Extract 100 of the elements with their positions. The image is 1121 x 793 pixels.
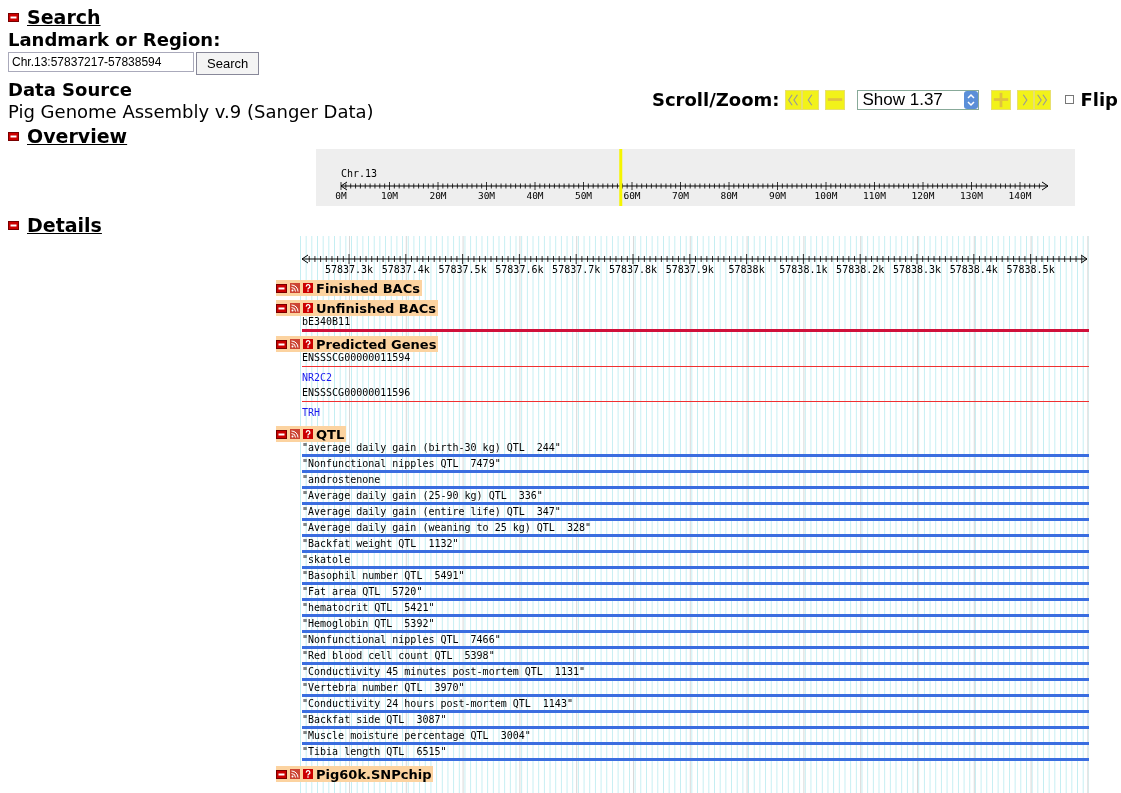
tick-label: 80M bbox=[720, 190, 738, 201]
qtl-feature-bar[interactable] bbox=[302, 582, 1089, 585]
track-title: Predicted Genes bbox=[316, 336, 437, 352]
zoom-select[interactable]: Show 1.37 bbox=[857, 89, 980, 110]
scroll-left-button[interactable] bbox=[802, 89, 820, 110]
feature-label: "Conductivity 45 minutes post-mortem QTL 1131" bbox=[302, 666, 586, 678]
qtl-feature-bar[interactable] bbox=[302, 630, 1089, 633]
search-button[interactable]: Search bbox=[196, 52, 260, 75]
spinner-icon bbox=[964, 90, 979, 109]
feature-label: bE340B11 bbox=[302, 316, 352, 328]
feature-label: "Muscle moisture percentage QTL 3004" bbox=[302, 730, 532, 742]
section-heading[interactable]: Details bbox=[27, 214, 102, 236]
chromosome-label: Chr.13 bbox=[341, 168, 378, 179]
gene-feature-line[interactable] bbox=[302, 366, 1089, 367]
collapse-icon[interactable] bbox=[276, 339, 287, 349]
scroll-zoom-label: Scroll/Zoom: bbox=[651, 88, 780, 111]
help-icon[interactable] bbox=[303, 339, 313, 349]
tick-label: 57837.7k bbox=[552, 264, 601, 275]
qtl-feature-bar[interactable] bbox=[302, 454, 1089, 457]
collapse-icon[interactable] bbox=[276, 769, 287, 779]
tick-label: 57837.8k bbox=[608, 264, 658, 275]
rss-icon[interactable] bbox=[290, 339, 300, 349]
tick-label: 10M bbox=[380, 190, 399, 201]
feature-label: "Fat area QTL 5720" bbox=[302, 586, 424, 598]
scroll-right-button[interactable] bbox=[1017, 89, 1035, 110]
bac-feature-bar[interactable] bbox=[302, 329, 1089, 332]
help-icon[interactable] bbox=[303, 769, 313, 779]
scroll-far-left-button[interactable] bbox=[785, 89, 803, 110]
qtl-feature-bar[interactable] bbox=[302, 614, 1089, 617]
qtl-feature-bar[interactable] bbox=[302, 662, 1089, 665]
feature-label: "Tibia length QTL 6515" bbox=[302, 746, 448, 758]
feature-label: "hematocrit QTL 5421" bbox=[302, 602, 436, 614]
qtl-feature-bar[interactable] bbox=[302, 502, 1089, 505]
tick-label: 57838.5k bbox=[1006, 264, 1055, 275]
tick-label: 90M bbox=[768, 190, 787, 201]
collapse-icon[interactable] bbox=[276, 429, 287, 439]
field-label: Data Source bbox=[8, 78, 133, 101]
qtl-feature-bar[interactable] bbox=[302, 678, 1089, 681]
qtl-feature-bar[interactable] bbox=[302, 758, 1089, 761]
help-icon[interactable] bbox=[303, 303, 313, 313]
tick-label: 57838k bbox=[728, 264, 765, 275]
feature-label: "Average daily gain (25-90 kg) QTL 336" bbox=[302, 490, 544, 502]
tick-label: 50M bbox=[574, 190, 593, 201]
tick-label: 57838.1k bbox=[779, 264, 828, 275]
tick-label: 140M bbox=[1008, 190, 1032, 201]
feature-label: ENSSSCG00000011596 bbox=[302, 387, 412, 399]
rss-icon[interactable] bbox=[290, 429, 300, 439]
tick-label: 100M bbox=[814, 190, 838, 201]
help-icon[interactable] bbox=[303, 283, 313, 293]
qtl-feature-bar[interactable] bbox=[302, 598, 1089, 601]
qtl-feature-bar[interactable] bbox=[302, 742, 1089, 745]
data-source-text: Pig Genome Assembly v.9 (Sanger Data) bbox=[8, 101, 374, 123]
collapse-icon[interactable] bbox=[276, 283, 287, 293]
feature-label: "Basophil number QTL 5491" bbox=[302, 570, 466, 582]
landmark-input[interactable]: Chr.13:57837217-57838594 bbox=[8, 52, 194, 72]
track-title: QTL bbox=[316, 426, 345, 442]
feature-label: "androstenone bbox=[302, 474, 382, 486]
section-heading[interactable]: Search bbox=[27, 6, 101, 28]
tick-label: 70M bbox=[671, 190, 690, 201]
qtl-feature-bar[interactable] bbox=[302, 646, 1089, 649]
qtl-feature-bar[interactable] bbox=[302, 566, 1089, 569]
qtl-feature-bar[interactable] bbox=[302, 550, 1089, 553]
feature-label: "Vertebra number QTL 3970" bbox=[302, 682, 466, 694]
track-title: Pig60k.SNPchip bbox=[316, 766, 432, 782]
tick-label: 57837.3k bbox=[324, 264, 374, 275]
rss-icon[interactable] bbox=[290, 303, 300, 313]
collapse-icon[interactable] bbox=[8, 220, 19, 230]
flip-checkbox[interactable] bbox=[1065, 95, 1075, 104]
qtl-feature-bar[interactable] bbox=[302, 486, 1089, 489]
feature-label: "Red blood cell count QTL 5398" bbox=[302, 650, 496, 662]
qtl-feature-bar[interactable] bbox=[302, 694, 1089, 697]
qtl-feature-bar[interactable] bbox=[302, 518, 1089, 521]
collapse-icon[interactable] bbox=[276, 303, 287, 313]
rss-icon[interactable] bbox=[290, 769, 300, 779]
tick-label: 60M bbox=[623, 190, 641, 201]
collapse-icon[interactable] bbox=[8, 12, 19, 22]
scroll-far-right-button[interactable] bbox=[1034, 89, 1052, 110]
tick-label: 0M bbox=[335, 190, 347, 201]
zoom-out-button[interactable] bbox=[825, 89, 846, 110]
qtl-feature-bar[interactable] bbox=[302, 534, 1089, 537]
qtl-feature-bar[interactable] bbox=[302, 726, 1089, 729]
tick-label: 130M bbox=[960, 190, 983, 201]
gene-feature-line[interactable] bbox=[302, 401, 1089, 402]
tick-label: 57837.9k bbox=[665, 264, 714, 275]
chromosome-overview[interactable]: Chr.13 0M 10M 20M 30M 40M 50M 60M 70M 80M 90M 100M 110M 120M 130M 140M bbox=[316, 149, 1075, 206]
zoom-in-button[interactable] bbox=[991, 89, 1012, 110]
collapse-icon[interactable] bbox=[8, 131, 19, 141]
track-title: Finished BACs bbox=[316, 280, 420, 296]
rss-icon[interactable] bbox=[290, 283, 300, 293]
tick-label: 57837.6k bbox=[495, 264, 544, 275]
feature-label: "Backfat weight QTL 1132" bbox=[302, 538, 460, 550]
tick-label: 57838.3k bbox=[892, 264, 942, 275]
region-marker[interactable] bbox=[619, 149, 623, 206]
qtl-feature-bar[interactable] bbox=[302, 470, 1089, 473]
section-heading[interactable]: Overview bbox=[27, 125, 128, 147]
gene-name[interactable]: TRH bbox=[302, 407, 1089, 419]
gene-name[interactable]: NR2C2 bbox=[302, 372, 1089, 384]
feature-label: "Conductivity 24 hours post-mortem QTL 1143" bbox=[302, 698, 574, 710]
help-icon[interactable] bbox=[303, 429, 313, 439]
qtl-feature-bar[interactable] bbox=[302, 710, 1089, 713]
